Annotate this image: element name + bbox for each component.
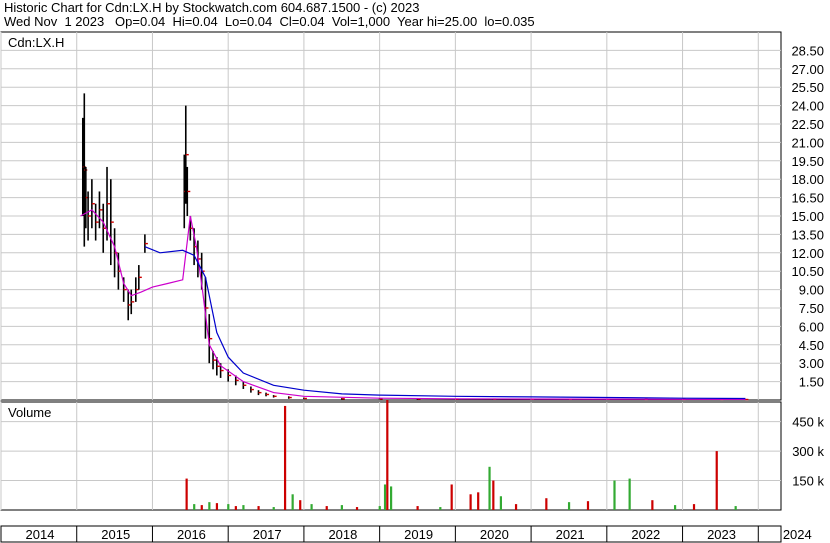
price-tick-label: 10.50 — [791, 264, 824, 279]
year-tick-label: 2015 — [101, 527, 130, 542]
volume-bar — [227, 504, 230, 510]
year-tick-label: 2023 — [707, 527, 736, 542]
volume-bar — [234, 506, 237, 510]
volume-bar — [340, 505, 343, 510]
price-tick-label: 28.50 — [791, 43, 824, 58]
price-panel-title: Cdn:LX.H — [8, 35, 64, 50]
price-panel: Cdn:LX.H 1.50 3.00 4.50 6.00 7.50 9.00 10.50 12… — [0, 31, 824, 401]
year-tick-label: 2020 — [480, 527, 509, 542]
volume-bar — [469, 494, 472, 510]
volume-bar — [215, 503, 219, 510]
volume-bar — [514, 504, 518, 510]
volume-bar — [477, 492, 480, 510]
volume-bar — [390, 486, 393, 510]
volume-bar — [272, 507, 275, 510]
price-y-axis: 1.50 3.00 4.50 6.00 7.50 9.00 10.50 12.00 13.50 1… — [791, 43, 824, 389]
year-tick-label: 2019 — [404, 527, 433, 542]
price-tick-label: 15.00 — [791, 209, 824, 224]
price-tick-label: 21.00 — [791, 135, 824, 150]
volume-bar — [545, 498, 548, 510]
price-tick-label: 7.50 — [799, 301, 824, 316]
price-tick-label: 13.50 — [791, 227, 824, 242]
volume-bar — [208, 502, 211, 510]
year-tick-label: 2017 — [253, 527, 282, 542]
price-tick-label: 25.50 — [791, 80, 824, 95]
volume-panel: Volume 150 k 300 k 450 k — [0, 400, 824, 511]
volume-bar — [439, 507, 442, 510]
volume-bar — [450, 484, 453, 510]
price-tick-label: 1.50 — [799, 375, 824, 390]
volume-panel-title: Volume — [8, 405, 51, 420]
year-tick-label: 2024 — [783, 527, 812, 542]
historic-chart: Cdn:LX.H 1.50 3.00 4.50 6.00 7.50 9.00 10.50 12… — [0, 31, 824, 543]
year-tick-label: 2022 — [631, 527, 660, 542]
volume-bar — [299, 500, 302, 510]
volume-bar — [283, 405, 287, 510]
volume-bar — [291, 494, 294, 510]
volume-bar — [586, 501, 590, 510]
volume-bar — [355, 507, 359, 510]
volume-bar — [378, 506, 381, 510]
volume-bar — [325, 506, 328, 510]
year-tick-label: 2014 — [26, 527, 55, 542]
volume-bar — [488, 466, 491, 510]
volume-tick-label: 300 k — [792, 444, 824, 459]
price-tick-label: 9.00 — [799, 283, 824, 298]
volume-bar — [200, 505, 203, 510]
volume-bar — [310, 504, 313, 510]
price-tick-label: 12.00 — [791, 246, 824, 261]
price-tick-label: 4.50 — [799, 338, 824, 353]
price-tick-label: 3.00 — [799, 356, 824, 371]
volume-bar — [416, 506, 419, 510]
price-tick-label: 19.50 — [791, 154, 824, 169]
price-grid — [0, 32, 781, 400]
volume-bar — [242, 505, 245, 510]
volume-bar — [715, 451, 718, 510]
year-tick-label: 2018 — [328, 527, 357, 542]
volume-bar — [567, 502, 571, 510]
price-tick-label: 27.00 — [791, 62, 824, 77]
volume-bar — [651, 500, 654, 510]
volume-bar — [734, 506, 737, 510]
volume-tick-label: 450 k — [792, 415, 824, 430]
volume-bar — [628, 478, 631, 510]
price-tick-label: 16.50 — [791, 191, 824, 206]
year-tick-label: 2016 — [177, 527, 206, 542]
year-axis: 2014 2015 2016 2017 2018 2019 2020 2021 2022 2023… — [0, 525, 812, 543]
year-tick-label: 2021 — [556, 527, 585, 542]
volume-bar — [386, 400, 389, 510]
price-tick-label: 18.00 — [791, 172, 824, 187]
price-tick-label: 24.00 — [791, 99, 824, 114]
volume-bar — [185, 478, 188, 510]
volume-bar — [492, 480, 495, 510]
volume-y-axis: 150 k 300 k 450 k — [792, 415, 824, 489]
volume-bar — [383, 484, 387, 510]
volume-bar — [692, 504, 696, 510]
volume-bar — [613, 480, 616, 510]
price-tick-label: 6.00 — [799, 319, 824, 334]
price-tick-label: 22.50 — [791, 117, 824, 132]
volume-bar — [257, 506, 260, 510]
volume-tick-label: 150 k — [792, 474, 824, 489]
volume-bar — [193, 504, 196, 510]
volume-bar — [673, 505, 677, 510]
volume-bar — [499, 496, 503, 510]
